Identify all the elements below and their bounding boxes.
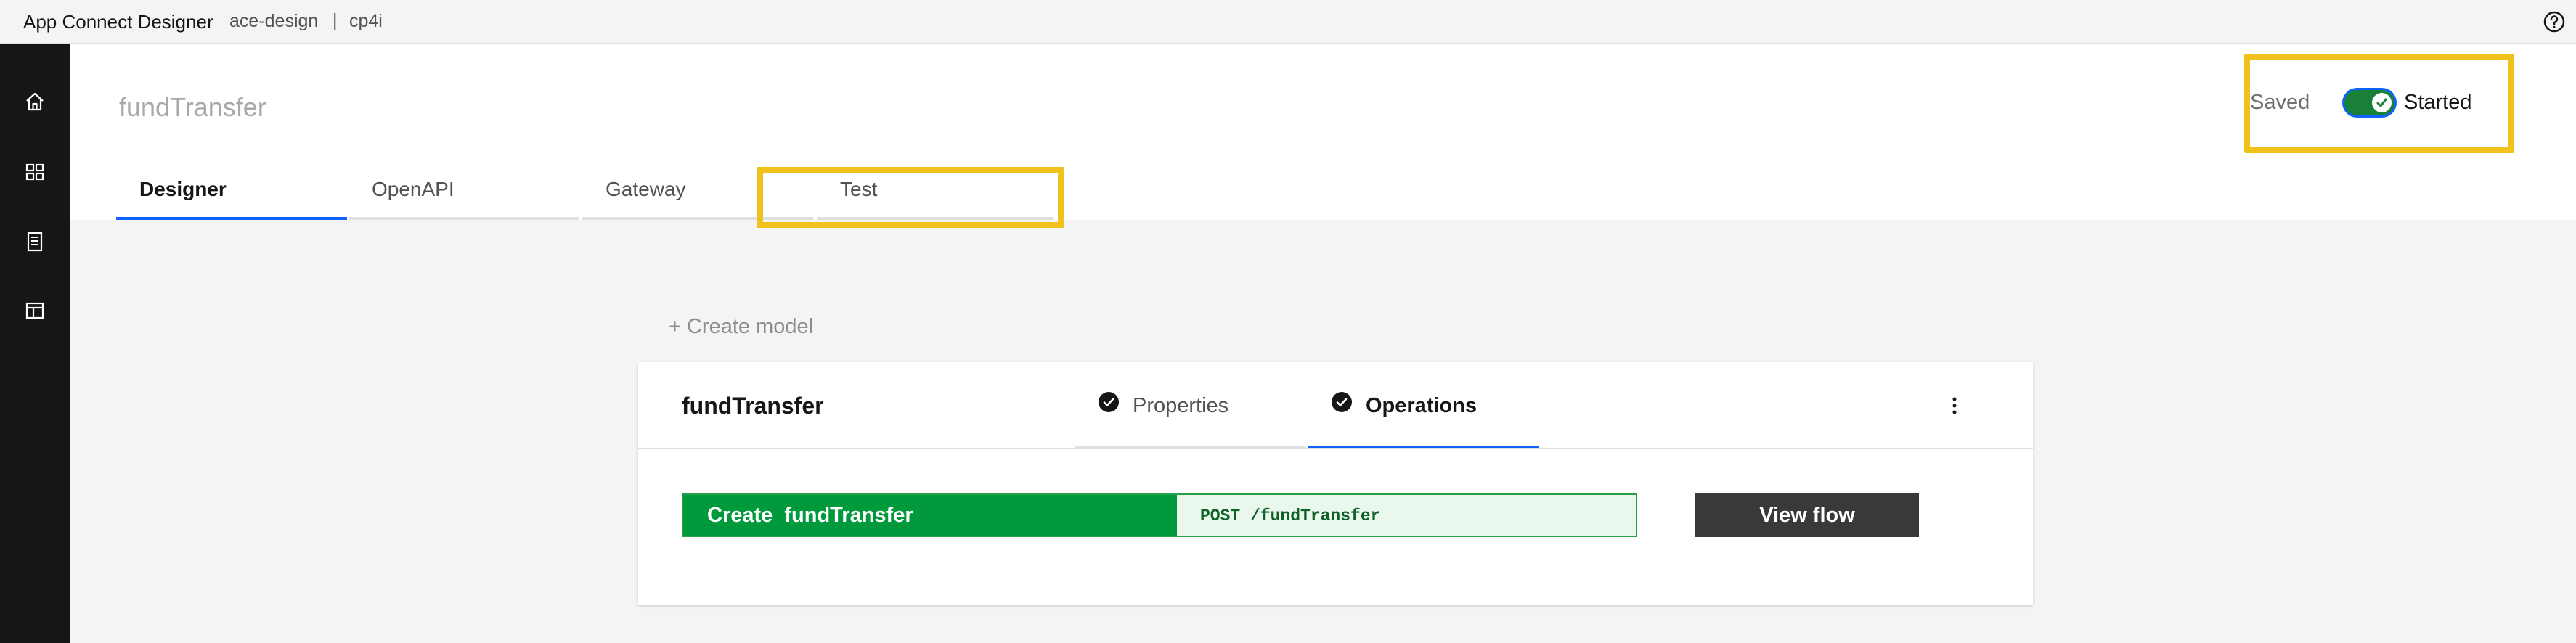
model-name: fundTransfer bbox=[682, 393, 824, 419]
checkmark-filled-icon bbox=[1099, 392, 1119, 412]
tab-test[interactable]: Test bbox=[817, 168, 1053, 220]
overflow-menu-icon[interactable] bbox=[1949, 394, 1960, 417]
side-rail bbox=[0, 44, 70, 643]
app-name[interactable]: App Connect Designer bbox=[23, 11, 213, 33]
model-card: fundTransfer Properties Operations Creat… bbox=[638, 362, 2033, 605]
toggle-track bbox=[2344, 90, 2394, 115]
top-header: App Connect Designer ace-design | cp4i bbox=[0, 0, 2576, 44]
tab-operations[interactable]: Operations bbox=[1308, 384, 1539, 449]
page-title: fundTransfer bbox=[119, 92, 266, 122]
view-flow-button[interactable]: View flow bbox=[1695, 493, 1919, 537]
start-stop-toggle[interactable] bbox=[2342, 88, 2397, 118]
checkmark-icon bbox=[2376, 98, 2387, 107]
checkmark-filled-icon bbox=[1332, 392, 1352, 412]
breadcrumb-instance[interactable]: ace-design bbox=[229, 11, 318, 32]
template-icon[interactable] bbox=[23, 299, 46, 322]
help-icon[interactable] bbox=[2543, 10, 2566, 33]
operation-label: Create fundTransfer bbox=[683, 495, 1177, 536]
tab-label: Operations bbox=[1366, 394, 1477, 417]
tab-label: Test bbox=[840, 178, 878, 200]
home-icon[interactable] bbox=[23, 90, 46, 113]
dashboard-icon[interactable] bbox=[23, 160, 46, 184]
operation-row[interactable]: Create fundTransfer POST /fundTransfer bbox=[682, 493, 1637, 537]
tab-label: Gateway bbox=[606, 178, 686, 200]
create-model-link[interactable]: + Create model bbox=[669, 315, 813, 339]
toggle-knob bbox=[2372, 93, 2392, 112]
run-status: Started bbox=[2404, 91, 2472, 114]
operation-method-path: POST /fundTransfer bbox=[1200, 507, 1381, 525]
tab-gateway[interactable]: Gateway bbox=[582, 168, 813, 220]
breadcrumb-separator: | bbox=[333, 10, 338, 30]
save-status: Saved bbox=[2250, 91, 2310, 114]
tab-label: Designer bbox=[139, 178, 227, 200]
tab-designer[interactable]: Designer bbox=[116, 168, 347, 220]
tab-label: OpenAPI bbox=[372, 178, 455, 200]
catalog-icon[interactable] bbox=[23, 230, 46, 253]
tab-properties[interactable]: Properties bbox=[1075, 384, 1306, 449]
breadcrumb-namespace[interactable]: cp4i bbox=[349, 11, 383, 32]
card-divider bbox=[638, 448, 2033, 449]
tab-label: Properties bbox=[1133, 394, 1229, 417]
tab-openapi[interactable]: OpenAPI bbox=[349, 168, 579, 220]
